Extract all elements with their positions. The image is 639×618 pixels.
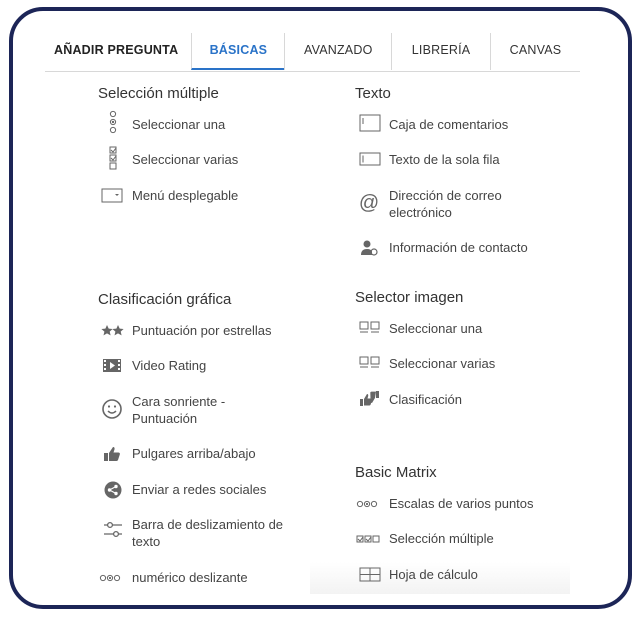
item-label: Puntuación por estrellas <box>132 323 272 338</box>
item-smiley-rating[interactable]: Cara sonriente - Puntuación <box>98 393 318 429</box>
section-heading-image-chooser: Selector imagen <box>355 289 464 306</box>
item-label: Enviar a redes sociales <box>132 482 267 497</box>
add-question-title: AÑADIR PREGUNTA <box>54 43 179 57</box>
textarea-icon <box>355 114 381 134</box>
thumbs-updown-icon <box>355 391 379 409</box>
item-label: texto <box>132 534 161 549</box>
item-label: Seleccionar una <box>132 117 226 132</box>
item-contact-info[interactable]: Información de contacto <box>355 239 565 257</box>
thumbs-up-icon <box>98 445 122 463</box>
item-label: Menú desplegable <box>132 188 239 203</box>
item-label: Escalas de varios puntos <box>389 496 534 511</box>
item-numeric-slider[interactable]: numérico deslizante <box>98 569 318 587</box>
item-label: numérico deslizante <box>132 570 248 585</box>
item-label: Información de contacto <box>389 240 528 255</box>
item-label: Hoja de cálculo <box>389 567 478 582</box>
tab-avanzado[interactable]: AVANZADO <box>284 33 391 70</box>
section-heading-multiple-choice: Selección múltiple <box>98 85 219 102</box>
item-video-rating[interactable]: Video Rating <box>98 357 318 375</box>
item-share-social[interactable]: Enviar a redes sociales <box>98 481 318 499</box>
share-icon <box>98 481 122 499</box>
item-multi-point-scales[interactable]: Escalas de varios puntos <box>355 495 565 513</box>
section-heading-text: Texto <box>355 85 391 102</box>
item-label: Puntuación <box>132 411 198 426</box>
item-thumbs-rating[interactable]: Pulgares arriba/abajo <box>98 445 318 463</box>
slider-icon <box>98 516 122 538</box>
radio-list-icon <box>98 110 122 134</box>
point-scale-icon <box>355 495 379 513</box>
dropdown-icon <box>98 187 123 205</box>
item-label: Seleccionar una <box>389 321 483 336</box>
checkbox-row-icon <box>355 530 380 548</box>
text-field-icon <box>355 151 381 169</box>
section-heading-basic-matrix: Basic Matrix <box>355 464 437 481</box>
item-label: Seleccionar varias <box>132 152 239 167</box>
stars-icon <box>98 322 124 340</box>
item-label: Barra de deslizamiento de <box>132 517 284 532</box>
tab-basicas[interactable]: BÁSICAS <box>191 33 285 70</box>
item-text-slider[interactable]: Barra de deslizamiento de texto <box>98 516 318 552</box>
at-sign-icon: @ <box>358 192 380 214</box>
item-label: Dirección de correo <box>389 188 502 203</box>
film-icon <box>98 357 122 375</box>
item-image-select-one[interactable]: Seleccionar una <box>355 320 565 338</box>
item-dropdown-menu[interactable]: Menú desplegable <box>98 187 298 205</box>
item-label: Cara sonriente - <box>132 394 226 409</box>
item-image-ranking[interactable]: Clasificación <box>355 391 565 409</box>
item-label: Video Rating <box>132 358 207 373</box>
item-single-line-text[interactable]: Texto de la sola fila <box>355 151 565 169</box>
item-select-multiple[interactable]: Seleccionar varias <box>98 146 298 170</box>
item-label: Seleccionar varias <box>389 356 496 371</box>
section-heading-graphic-rating: Clasificación gráfica <box>98 291 232 308</box>
item-image-select-multiple[interactable]: Seleccionar varias <box>355 355 565 373</box>
tab-bar: AÑADIR PREGUNTA BÁSICAS AVANZADO LIBRERÍ… <box>45 33 580 72</box>
tab-libreria[interactable]: LIBRERÍA <box>391 33 490 70</box>
item-label: Clasificación <box>389 392 462 407</box>
item-select-one[interactable]: Seleccionar una <box>98 110 298 134</box>
item-star-rating[interactable]: Puntuación por estrellas <box>98 322 318 340</box>
smiley-icon <box>98 393 122 419</box>
item-label: Caja de comentarios <box>389 117 509 132</box>
image-grid-icon <box>355 320 380 338</box>
contact-person-icon <box>355 239 379 257</box>
item-label: Selección múltiple <box>389 531 494 546</box>
item-email-address[interactable]: @ Dirección de correo electrónico <box>355 187 565 223</box>
item-spreadsheet[interactable]: Hoja de cálculo <box>355 566 565 584</box>
item-label: electrónico <box>389 205 452 220</box>
spreadsheet-icon <box>355 566 381 584</box>
item-comment-box[interactable]: Caja de comentarios <box>355 114 565 134</box>
item-label: Texto de la sola fila <box>389 152 500 167</box>
tab-canvas[interactable]: CANVAS <box>490 33 580 70</box>
item-matrix-multiple-choice[interactable]: Selección múltiple <box>355 530 565 548</box>
checkbox-list-icon <box>98 146 122 170</box>
item-label: Pulgares arriba/abajo <box>132 446 256 461</box>
point-scale-icon <box>98 569 122 587</box>
image-grid-icon <box>355 355 380 373</box>
